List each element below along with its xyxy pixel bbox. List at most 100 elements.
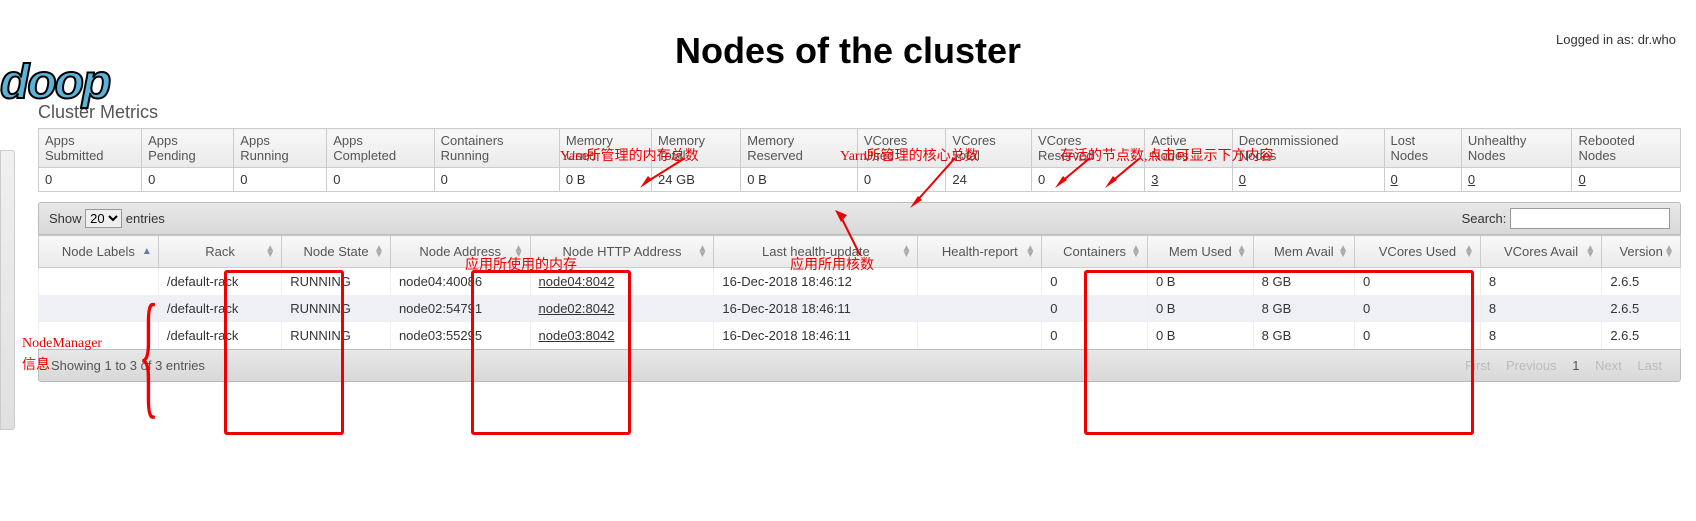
table-cell: 0 [1355,322,1481,349]
metrics-header: Memory Used [559,129,651,168]
table-cell: 0 [1355,268,1481,296]
metrics-header: Unhealthy Nodes [1461,129,1572,168]
sidebar-collapsed[interactable] [0,150,15,430]
entries-label: entries [126,211,165,226]
table-cell: 0 [1355,295,1481,322]
metrics-value: 0 [327,168,434,192]
metrics-value: 0 B [559,168,651,192]
table-cell: 8 GB [1253,268,1354,296]
table-cell: node03:55295 [390,322,530,349]
table-info: Showing 1 to 3 of 3 entries [51,358,205,373]
entries-select[interactable]: 20 [85,209,122,228]
metrics-value: 24 GB [652,168,741,192]
search-input[interactable] [1510,208,1670,229]
metrics-header: Decommissioned Nodes [1232,129,1384,168]
table-cell [39,322,159,349]
table-cell: 2.6.5 [1602,268,1681,296]
table-cell: RUNNING [282,322,391,349]
table-cell: 8 [1480,268,1601,296]
table-cell: 16-Dec-2018 18:46:11 [714,295,918,322]
table-cell: 16-Dec-2018 18:46:12 [714,268,918,296]
column-header[interactable]: Rack▲▼ [158,236,281,268]
column-header[interactable]: VCores Avail▲▼ [1480,236,1601,268]
table-cell: 0 B [1147,268,1253,296]
metrics-value: 0 B [741,168,858,192]
metrics-link[interactable]: 0 [1578,172,1585,187]
metrics-link[interactable]: 0 [1391,172,1398,187]
table-cell: node02:54791 [390,295,530,322]
metrics-value: 0 [1461,168,1572,192]
metrics-value: 0 [1232,168,1384,192]
metrics-header: Lost Nodes [1384,129,1461,168]
column-header[interactable]: Node State▲▼ [282,236,391,268]
pagination: First Previous 1 Next Last [1459,358,1668,373]
nodes-table: Node Labels▲Rack▲▼Node State▲▼Node Addre… [38,235,1681,349]
metrics-header: Memory Reserved [741,129,858,168]
table-cell: node03:8042 [530,322,714,349]
table-cell: node04:8042 [530,268,714,296]
node-http-link[interactable]: node04:8042 [539,274,615,289]
table-cell: /default-rack [158,268,281,296]
column-header[interactable]: Last health-update▲▼ [714,236,918,268]
show-label: Show [49,211,82,226]
table-cell: 8 GB [1253,295,1354,322]
table-controls: Show 20 entries Search: [38,202,1681,235]
metrics-header: Apps Running [234,129,327,168]
column-header[interactable]: VCores Used▲▼ [1355,236,1481,268]
table-cell: RUNNING [282,295,391,322]
column-header[interactable]: Node Labels▲ [39,236,159,268]
metrics-header: Apps Completed [327,129,434,168]
table-cell: 2.6.5 [1602,322,1681,349]
table-cell: 8 [1480,322,1601,349]
table-cell [39,268,159,296]
metrics-header: VCores Total [946,129,1032,168]
table-cell: node02:8042 [530,295,714,322]
hadoop-logo: doop [0,55,109,110]
metrics-value: 0 [234,168,327,192]
table-cell: 2.6.5 [1602,295,1681,322]
page-first[interactable]: First [1465,358,1490,373]
table-cell: 16-Dec-2018 18:46:11 [714,322,918,349]
metrics-link[interactable]: 0 [1468,172,1475,187]
metrics-value: 24 [946,168,1032,192]
metrics-header: VCores Used [857,129,946,168]
metrics-link[interactable]: 0 [1239,172,1246,187]
column-header[interactable]: Mem Avail▲▼ [1253,236,1354,268]
cluster-metrics-heading: Cluster Metrics [38,102,1681,123]
page-next[interactable]: Next [1595,358,1622,373]
column-header[interactable]: Node Address▲▼ [390,236,530,268]
column-header[interactable]: Mem Used▲▼ [1147,236,1253,268]
page-last[interactable]: Last [1637,358,1662,373]
metrics-header: Active Nodes [1145,129,1233,168]
column-header[interactable]: Node HTTP Address▲▼ [530,236,714,268]
metrics-value: 3 [1145,168,1233,192]
node-http-link[interactable]: node02:8042 [539,301,615,316]
node-http-link[interactable]: node03:8042 [539,328,615,343]
metrics-header: VCores Reserved [1032,129,1145,168]
metrics-link[interactable]: 3 [1151,172,1158,187]
table-row: /default-rackRUNNINGnode03:55295 node03:8… [39,322,1681,349]
table-cell: 8 GB [1253,322,1354,349]
table-cell: RUNNING [282,268,391,296]
metrics-header: Apps Submitted [39,129,142,168]
table-row: /default-rackRUNNINGnode02:54791node02:8… [39,295,1681,322]
metrics-value: 0 [1032,168,1145,192]
column-header[interactable]: Version▲▼ [1602,236,1681,268]
table-cell: 8 [1480,295,1601,322]
metrics-value: 0 [39,168,142,192]
table-cell [918,268,1042,296]
table-cell: node04:40086 [390,268,530,296]
page-prev[interactable]: Previous [1506,358,1557,373]
table-cell [39,295,159,322]
table-row: /default-rackRUNNINGnode04:40086 node04:8… [39,268,1681,296]
page-1[interactable]: 1 [1572,358,1579,373]
cluster-metrics-table: Apps SubmittedApps PendingApps RunningAp… [38,128,1681,192]
table-cell: /default-rack [158,322,281,349]
metrics-value: 0 [1384,168,1461,192]
column-header[interactable]: Health-report▲▼ [918,236,1042,268]
metrics-value: 0 [857,168,946,192]
metrics-header: Apps Pending [142,129,234,168]
column-header[interactable]: Containers▲▼ [1042,236,1148,268]
page-title: Nodes of the cluster [0,30,1696,72]
metrics-value: 0 [142,168,234,192]
